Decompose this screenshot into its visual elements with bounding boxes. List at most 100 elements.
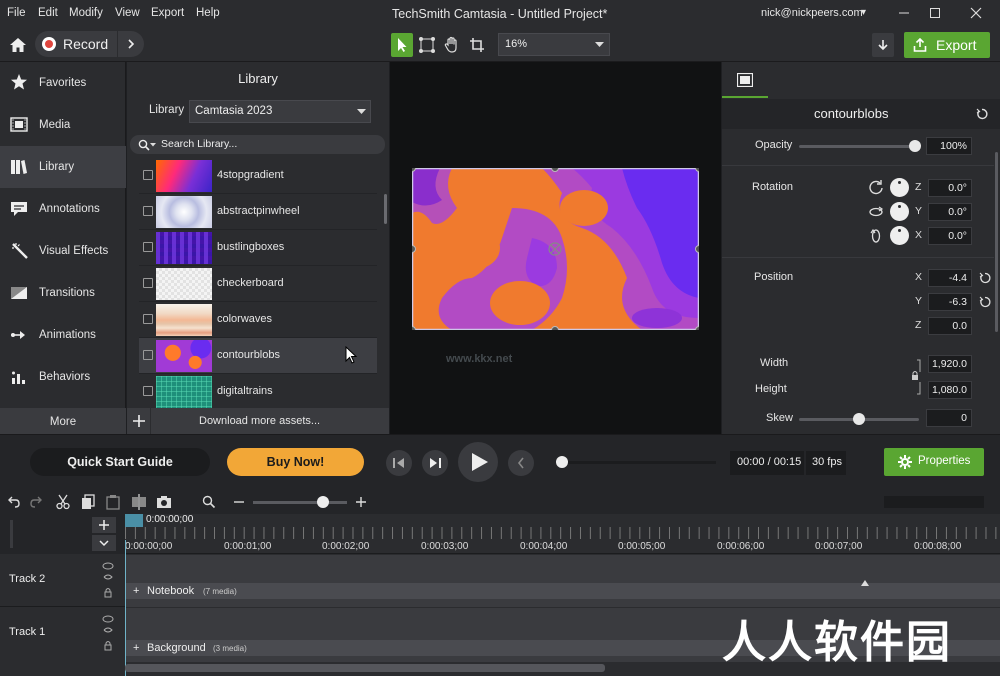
- menu-file[interactable]: File: [7, 7, 26, 19]
- rotation-x-dial[interactable]: [890, 226, 909, 245]
- library-scrollbar[interactable]: [384, 194, 387, 224]
- record-options-button[interactable]: [118, 31, 144, 57]
- playback-scrubber[interactable]: [556, 456, 716, 468]
- zoom-dropdown[interactable]: 16%: [498, 33, 610, 56]
- more-button[interactable]: More: [0, 408, 126, 434]
- list-item[interactable]: bustlingboxes: [139, 230, 377, 266]
- reset-icon[interactable]: [976, 108, 988, 120]
- sidebar-item-transitions[interactable]: Transitions: [0, 272, 126, 314]
- height-field[interactable]: 1,080.0: [928, 381, 972, 399]
- track-visibility-lock-icons[interactable]: [101, 615, 115, 653]
- track-visibility-lock-icons[interactable]: [101, 562, 115, 600]
- add-asset-button[interactable]: [127, 408, 151, 434]
- skew-slider[interactable]: [799, 413, 919, 425]
- paste-icon[interactable]: [106, 494, 120, 510]
- timeline-horizontal-scrollbar[interactable]: [125, 664, 605, 672]
- maximize-icon[interactable]: [920, 4, 950, 24]
- undo-icon[interactable]: [6, 495, 20, 509]
- cut-icon[interactable]: [56, 494, 70, 510]
- timeline-zoom-knob[interactable]: [317, 496, 329, 508]
- home-icon[interactable]: [6, 33, 30, 57]
- width-field[interactable]: 1,920.0: [928, 355, 972, 373]
- rotation-y-field[interactable]: 0.0°: [928, 203, 972, 221]
- rotation-x-field[interactable]: 0.0°: [928, 227, 972, 245]
- redo-icon[interactable]: [30, 495, 44, 509]
- copy-icon[interactable]: [81, 494, 95, 510]
- library-picker-dropdown[interactable]: Camtasia 2023: [189, 100, 371, 123]
- download-button[interactable]: [872, 33, 894, 57]
- list-item[interactable]: digitaltrains: [139, 374, 377, 408]
- skew-slider-knob[interactable]: [853, 413, 865, 425]
- sidebar-item-annotations[interactable]: Annotations: [0, 188, 126, 230]
- menu-view[interactable]: View: [115, 7, 140, 19]
- list-item[interactable]: contourblobs: [139, 338, 377, 374]
- account-dropdown-icon[interactable]: ▾: [861, 7, 866, 18]
- library-search-field[interactable]: Search Library...: [130, 135, 385, 154]
- timeline-overview-bar[interactable]: [884, 496, 984, 508]
- rotation-z-dial[interactable]: [890, 178, 909, 197]
- step-back-button[interactable]: [386, 450, 412, 476]
- minimize-icon[interactable]: [889, 4, 919, 24]
- sidebar-item-behaviors[interactable]: Behaviors: [0, 356, 126, 398]
- step-forward-button[interactable]: [422, 450, 448, 476]
- aspect-lock-icon[interactable]: [911, 358, 921, 396]
- record-button[interactable]: Record: [35, 31, 117, 57]
- reset-icon[interactable]: [979, 272, 991, 284]
- menu-help[interactable]: Help: [196, 7, 220, 19]
- sidebar-item-media[interactable]: Media: [0, 104, 126, 146]
- timeline-zoom-slider[interactable]: [253, 496, 347, 508]
- quick-start-guide-button[interactable]: Quick Start Guide: [30, 448, 210, 476]
- account-name[interactable]: nick@nickpeers.com: [761, 7, 863, 19]
- zoom-out-icon[interactable]: [233, 495, 245, 509]
- sidebar-item-favorites[interactable]: Favorites: [0, 62, 126, 104]
- contourblobs-clip-preview[interactable]: [412, 168, 699, 330]
- opacity-slider-knob[interactable]: [909, 140, 921, 152]
- properties-scrollbar[interactable]: [995, 152, 998, 332]
- previous-marker-button[interactable]: [508, 450, 534, 476]
- list-item[interactable]: abstractpinwheel: [139, 194, 377, 230]
- reset-icon[interactable]: [979, 296, 991, 308]
- sidebar-item-visual-effects[interactable]: Visual Effects: [0, 230, 126, 272]
- track-header[interactable]: Track 1: [0, 608, 125, 662]
- opacity-field[interactable]: 100%: [926, 137, 972, 155]
- add-track-button[interactable]: [92, 517, 116, 533]
- zoom-in-icon[interactable]: [355, 495, 367, 509]
- search-options-caret-icon[interactable]: [150, 143, 156, 147]
- zoom-search-icon[interactable]: [202, 495, 216, 509]
- collapse-tracks-button[interactable]: [92, 535, 116, 551]
- pan-hand-tool-icon[interactable]: [441, 33, 463, 57]
- track-header[interactable]: Track 2: [0, 555, 125, 607]
- export-button[interactable]: Export: [904, 32, 990, 58]
- fps-selector[interactable]: 30 fps: [806, 451, 846, 475]
- rotation-y-dial[interactable]: [890, 202, 909, 221]
- rotation-z-field[interactable]: 0.0°: [928, 179, 972, 197]
- close-icon[interactable]: [961, 4, 991, 24]
- download-more-assets-link[interactable]: Download more assets...: [199, 415, 320, 427]
- menu-modify[interactable]: Modify: [69, 7, 103, 19]
- scrubber-knob[interactable]: [556, 456, 568, 468]
- skew-field[interactable]: 0: [926, 409, 972, 427]
- position-y-field[interactable]: -6.3: [928, 293, 972, 311]
- arrow-tool-icon[interactable]: [391, 33, 413, 57]
- menu-export[interactable]: Export: [151, 7, 184, 19]
- track-lane[interactable]: + Notebook (7 media): [125, 555, 1000, 607]
- position-z-field[interactable]: 0.0: [928, 317, 972, 335]
- crop-handles-tool-icon[interactable]: [416, 33, 438, 57]
- menu-edit[interactable]: Edit: [38, 7, 58, 19]
- list-item[interactable]: checkerboard: [139, 266, 377, 302]
- sidebar-item-library[interactable]: Library: [0, 146, 126, 188]
- buy-now-button[interactable]: Buy Now!: [227, 448, 364, 476]
- camera-snapshot-icon[interactable]: [156, 495, 172, 509]
- timeline-ruler[interactable]: 0:00:00;00 0:00:00;00 0:00:01;00 0:00:02…: [125, 514, 1000, 554]
- media-group-clip[interactable]: + Notebook (7 media): [125, 580, 1000, 599]
- properties-button[interactable]: Properties: [884, 448, 984, 476]
- track-height-slider[interactable]: [10, 520, 13, 548]
- split-icon[interactable]: [131, 494, 147, 510]
- list-item[interactable]: colorwaves: [139, 302, 377, 338]
- opacity-slider[interactable]: [799, 140, 921, 152]
- position-x-field[interactable]: -4.4: [928, 269, 972, 287]
- tab-visual-properties[interactable]: [722, 62, 768, 98]
- crop-tool-icon[interactable]: [466, 33, 488, 57]
- list-item[interactable]: 4stopgradient: [139, 158, 377, 194]
- sidebar-item-animations[interactable]: Animations: [0, 314, 126, 356]
